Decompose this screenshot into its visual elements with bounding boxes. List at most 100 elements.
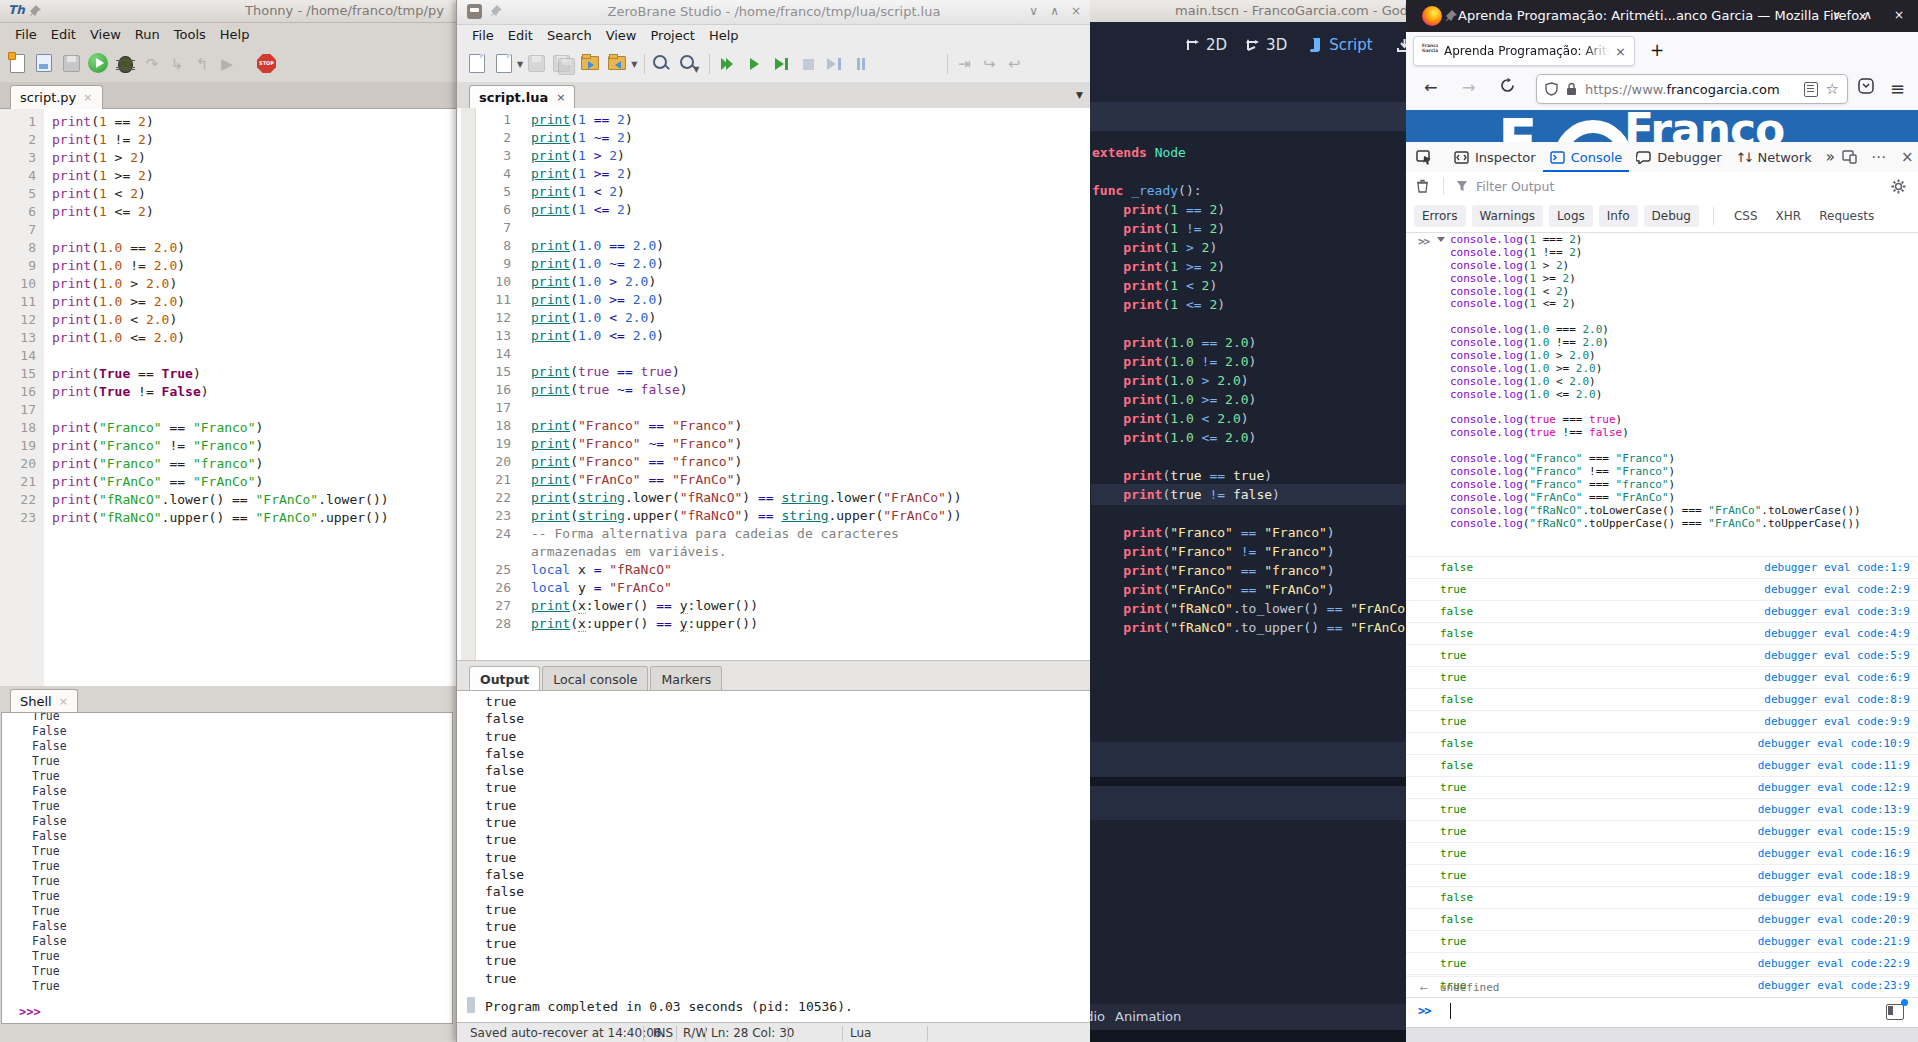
source-link[interactable]: debugger eval code:2:9 — [1764, 583, 1910, 596]
close-tab-icon[interactable]: × — [1615, 44, 1626, 59]
pocket-icon[interactable] — [1858, 78, 1874, 94]
source-link[interactable]: debugger eval code:16:9 — [1758, 847, 1910, 860]
close-button[interactable]: × — [1071, 4, 1081, 18]
console-settings-button[interactable] — [1891, 179, 1918, 194]
console-input-row[interactable]: >> — [1406, 997, 1918, 1028]
more-tabs-button[interactable]: » — [1819, 142, 1842, 172]
zerobrane-editor[interactable]: 123456789101112131415161718192021222324 … — [457, 108, 1091, 660]
close-tab-icon[interactable]: × — [59, 695, 68, 708]
filter-warnings[interactable]: Warnings — [1472, 205, 1544, 227]
source-link[interactable]: debugger eval code:9:9 — [1764, 715, 1910, 728]
project-open-button[interactable] — [579, 52, 603, 76]
filter-requests[interactable]: Requests — [1813, 205, 1880, 227]
responsive-mode-button[interactable] — [1842, 150, 1857, 164]
project-save-button[interactable] — [606, 52, 630, 76]
reader-view-icon[interactable] — [1804, 82, 1818, 97]
tab-script-py[interactable]: script.py × — [10, 85, 103, 109]
source-link[interactable]: debugger eval code:22:9 — [1758, 957, 1910, 970]
filter-output-placeholder[interactable]: Filter Output — [1476, 179, 1554, 194]
run-fast-button[interactable] — [715, 52, 739, 76]
back-button[interactable]: ← — [1424, 78, 1437, 97]
tab-output[interactable]: Output — [469, 666, 540, 691]
thonny-shell[interactable]: TrueFalseFalseTrueTrueFalseTrueFalseFals… — [1, 712, 453, 1024]
stop-process-button[interactable] — [796, 52, 820, 76]
filter-errors[interactable]: Errors — [1414, 205, 1466, 227]
menu-item[interactable]: Project — [643, 27, 701, 44]
filter-info[interactable]: Info — [1599, 205, 1638, 227]
menu-item[interactable]: Edit — [44, 25, 83, 44]
source-link[interactable]: debugger eval code:5:9 — [1764, 649, 1910, 662]
gdscript-code[interactable]: extends Node func _ready(): print(1 == 2… — [1090, 131, 1406, 754]
run-button[interactable] — [87, 52, 111, 76]
source-link[interactable]: debugger eval code:4:9 — [1764, 627, 1910, 640]
thonny-editor[interactable]: 1234567891011121314151617181920212223 pr… — [0, 109, 456, 686]
tab-network[interactable]: ↑↓ Network — [1729, 142, 1819, 172]
step-into-button[interactable]: ⇥ — [953, 52, 975, 76]
url-bar[interactable]: https://www.francogarcia.com ☆ — [1536, 74, 1848, 104]
menu-item[interactable]: File — [465, 27, 501, 44]
workspace-3d-button[interactable]: 3D — [1245, 36, 1287, 54]
menu-item[interactable]: Search — [540, 27, 599, 44]
menu-item[interactable]: Help — [702, 27, 746, 44]
break-button[interactable] — [850, 52, 874, 76]
tab-markers[interactable]: Markers — [650, 666, 722, 691]
tab-inspector[interactable]: Inspector — [1447, 142, 1543, 172]
menu-item[interactable]: Help — [213, 25, 257, 44]
project-dropdown-icon[interactable]: ▼ — [631, 60, 637, 69]
filter-xhr[interactable]: XHR — [1770, 205, 1808, 227]
audio-button[interactable]: Audio — [1090, 1009, 1105, 1024]
menu-item[interactable]: Run — [128, 25, 167, 44]
zerobrane-output[interactable]: truefalsetruefalsefalsetruetruetruetruet… — [457, 690, 1091, 1023]
firefox-titlebar[interactable]: Aprenda Programação: Aritméti...anco Gar… — [1406, 0, 1918, 32]
devtools-menu-button[interactable]: ⋯ — [1871, 148, 1887, 166]
source-link[interactable]: debugger eval code:12:9 — [1758, 781, 1910, 794]
find-replace-button[interactable]: ▼ — [677, 52, 701, 76]
new-file-button[interactable] — [6, 52, 30, 76]
resume-button[interactable]: ▶ — [216, 52, 238, 76]
workspace-2d-button[interactable]: 2D — [1185, 36, 1227, 54]
animation-button[interactable]: Animation — [1115, 1009, 1181, 1024]
save-button[interactable] — [525, 52, 549, 76]
step-out-button[interactable]: ↩ — [1003, 52, 1025, 76]
bookmark-star-icon[interactable]: ☆ — [1826, 80, 1839, 98]
close-button[interactable]: × — [1894, 8, 1904, 22]
source-link[interactable]: debugger eval code:1:9 — [1764, 561, 1910, 574]
source-link[interactable]: debugger eval code:10:9 — [1758, 737, 1910, 750]
source-link[interactable]: debugger eval code:8:9 — [1764, 693, 1910, 706]
filter-logs[interactable]: Logs — [1549, 205, 1593, 227]
godot-titlebar[interactable]: main.tscn - FrancoGarcia.com - Godot — [1090, 0, 1406, 23]
maximize-button[interactable]: ∧ — [1050, 4, 1059, 18]
stop-button[interactable]: STOP — [255, 52, 279, 76]
open-file-button[interactable] — [33, 52, 57, 76]
source-link[interactable]: debugger eval code:18:9 — [1758, 869, 1910, 882]
clear-console-button[interactable] — [1406, 179, 1439, 193]
run-to-cursor-button[interactable] — [769, 52, 793, 76]
source-link[interactable]: debugger eval code:11:9 — [1758, 759, 1910, 772]
save-button[interactable] — [60, 52, 84, 76]
step-out-button[interactable]: ↰ — [191, 52, 213, 76]
tab-list-dropdown-icon[interactable]: ▼ — [1076, 90, 1083, 100]
tab-debugger[interactable]: Debugger — [1629, 142, 1728, 172]
tab-script-lua[interactable]: script.lua × — [469, 85, 575, 109]
source-link[interactable]: debugger eval code:15:9 — [1758, 825, 1910, 838]
tab-shell[interactable]: Shell × — [10, 689, 78, 713]
save-all-button[interactable] — [552, 52, 576, 76]
menu-item[interactable]: Tools — [167, 25, 213, 44]
browser-tab[interactable]: Franco Garcia Aprenda Programação: Aritm… — [1413, 36, 1635, 66]
find-button[interactable] — [650, 52, 674, 76]
source-link[interactable]: debugger eval code:21:9 — [1758, 935, 1910, 948]
menu-item[interactable]: View — [83, 25, 128, 44]
zerobrane-titlebar[interactable]: ZeroBrane Studio - /home/franco/tmp/lua/… — [457, 0, 1091, 25]
new-file-button[interactable] — [465, 52, 489, 76]
debug-button[interactable] — [114, 52, 138, 76]
minimize-button[interactable]: ∨ — [1029, 4, 1038, 18]
step-over-button[interactable]: ↷ — [141, 52, 163, 76]
maximize-button[interactable]: ∧ — [1863, 8, 1872, 22]
source-link[interactable]: debugger eval code:13:9 — [1758, 803, 1910, 816]
filter-debug[interactable]: Debug — [1644, 205, 1699, 227]
close-tab-icon[interactable]: × — [83, 91, 92, 104]
menu-icon[interactable]: ≡ — [1890, 78, 1905, 99]
open-dropdown-icon[interactable]: ▼ — [517, 60, 523, 69]
filter-css[interactable]: CSS — [1728, 205, 1764, 227]
step-into-button[interactable]: ↳ — [166, 52, 188, 76]
